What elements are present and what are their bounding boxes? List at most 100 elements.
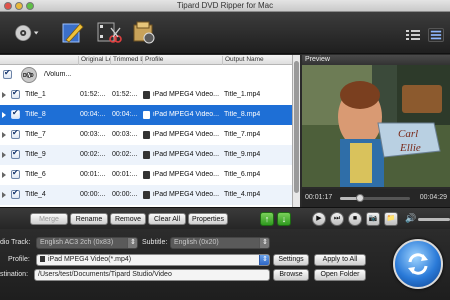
title-checkbox[interactable] [11,188,20,199]
play-button[interactable]: ▶ [312,212,326,226]
title-trimmed-length: 00:00:... [112,191,138,198]
title-row[interactable]: Title_8 00:04:... 00:04:... iPad MPEG4 Vide… [0,105,292,125]
load-disc-icon [15,24,39,42]
title-checkbox[interactable] [11,128,20,139]
list-scrollbar[interactable] [292,55,300,207]
title-list: Original Le Trimmed L Profile Output Nam… [0,55,292,207]
title-row[interactable]: Title_1 01:52:... 01:52:... iPad MPEG4 Vide… [0,85,292,105]
apply-to-all-button[interactable]: Apply to All [314,254,366,266]
preview-video[interactable]: Carl Ellie [302,65,450,187]
list-scrollbar-thumb[interactable] [294,61,299,193]
destination-label: stination: [0,271,29,278]
title-output-name: Title_9.mp4 [224,151,261,158]
destination-field[interactable]: /Users/test/Documents/Tipard Studio/Vide… [34,269,270,281]
volume-slider[interactable] [418,218,450,221]
title-profile: iPad MPEG4 Video... [153,91,220,98]
remove-button[interactable]: Remove [110,213,146,225]
snapshot-button[interactable]: 📷 [366,212,380,226]
title-output-name: Title_8.mp4 [224,111,261,118]
title-checkbox[interactable] [11,168,20,179]
title-original-length: 00:02:... [80,151,106,158]
title-name: Title_4 [25,191,46,198]
title-trimmed-length: 01:52:... [112,91,138,98]
disc-checkbox[interactable] [3,68,12,79]
grid-view-button[interactable] [428,28,444,42]
title-row[interactable]: Title_7 00:03:... 00:03:... iPad MPEG4 Vide… [0,125,292,145]
mailbox-text-ellie: Ellie [399,142,421,154]
title-trimmed-length: 00:01:... [112,171,138,178]
film-icon [143,91,150,99]
load-disc-button[interactable] [14,20,48,46]
properties-button[interactable]: Properties [188,213,228,225]
title-checkbox[interactable] [11,88,20,99]
convert-button[interactable] [393,239,443,289]
title-output-name: Title_7.mp4 [224,131,261,138]
film-icon [143,171,150,179]
edit-button[interactable] [60,20,86,46]
subtitle-label: Subtitle: [142,239,168,246]
title-profile: iPad MPEG4 Video... [153,171,220,178]
seek-handle[interactable] [356,194,365,202]
open-folder-button[interactable]: Open Folder [314,269,366,281]
title-output-name: Title_4.mp4 [224,191,261,198]
expand-triangle-icon[interactable] [2,132,6,138]
move-down-button[interactable]: ↓ [277,212,291,226]
clear-all-button[interactable]: Clear All [148,213,186,225]
seek-track[interactable] [340,194,410,202]
title-checkbox[interactable] [11,108,20,119]
title-trimmed-length: 00:02:... [112,151,138,158]
expand-triangle-icon[interactable] [2,172,6,178]
title-checkbox[interactable] [11,148,20,159]
column-header-original-length[interactable]: Original Le [78,56,110,65]
grid-view-icon [430,30,442,40]
total-time: 00:04:29 [419,194,447,201]
expand-triangle-icon[interactable] [2,152,6,158]
title-bar: Tipard DVD Ripper for Mac [0,0,450,12]
settings-button[interactable]: Settings [273,254,309,266]
audio-track-select[interactable]: English AC3 2ch (0x83) [36,237,138,249]
title-row[interactable]: Title_9 00:02:... 00:02:... iPad MPEG4 Vide… [0,145,292,165]
title-name: Title_8 [25,111,46,118]
merge-toolbar-button[interactable] [131,20,157,46]
rename-button[interactable]: Rename [70,213,108,225]
list-view-icon [406,30,420,40]
stop-button[interactable]: ■ [348,212,362,226]
expand-triangle-icon[interactable] [2,192,6,198]
profile-select[interactable]: iPad MPEG4 Video(*.mp4) [36,254,270,266]
title-name: Title_9 [25,151,46,158]
app-window: Tipard DVD Ripper for Mac Original Le Tr… [0,0,450,300]
subtitle-select[interactable]: English (0x20) [170,237,270,249]
title-profile: iPad MPEG4 Video... [153,131,220,138]
audio-track-label: dio Track: [0,239,31,246]
open-snapshot-folder-button[interactable]: 📁 [384,212,398,226]
film-icon [143,131,150,139]
title-name: Title_1 [25,91,46,98]
clip-icon [97,22,122,43]
merge-button[interactable]: Merge [30,213,68,225]
title-profile: iPad MPEG4 Video... [153,111,220,118]
move-up-button[interactable]: ↑ [260,212,274,226]
expand-triangle-icon[interactable] [2,92,6,98]
column-header-name[interactable] [0,56,78,65]
convert-refresh-icon [408,253,428,275]
mailbox-text-carl: Carl [398,128,418,140]
browse-button[interactable]: Browse [273,269,309,281]
film-icon [143,151,150,159]
title-output-name: Title_6.mp4 [224,171,261,178]
title-row[interactable]: Title_4 00:00:... 00:00:... iPad MPEG4 Vide… [0,185,292,205]
output-settings-panel: dio Track: English AC3 2ch (0x83) Subtit… [0,229,450,300]
clip-button[interactable] [96,20,122,46]
expand-triangle-icon[interactable] [2,112,6,118]
merge-icon [133,21,155,44]
title-name: Title_6 [25,171,46,178]
list-view-button[interactable] [405,28,421,42]
disc-row[interactable]: DVD /Volum... [0,65,292,85]
column-header-profile[interactable]: Profile [142,56,222,65]
column-header-trimmed-length[interactable]: Trimmed L [110,56,142,65]
title-original-length: 01:52:... [80,91,106,98]
column-header-output-name[interactable]: Output Name [222,56,292,65]
next-frame-button[interactable]: ⏭ [330,212,344,226]
title-row[interactable]: Title_6 00:01:... 00:01:... iPad MPEG4 Vide… [0,165,292,185]
title-original-length: 00:03:... [80,131,106,138]
preview-frame-image: Carl Ellie [302,65,450,187]
